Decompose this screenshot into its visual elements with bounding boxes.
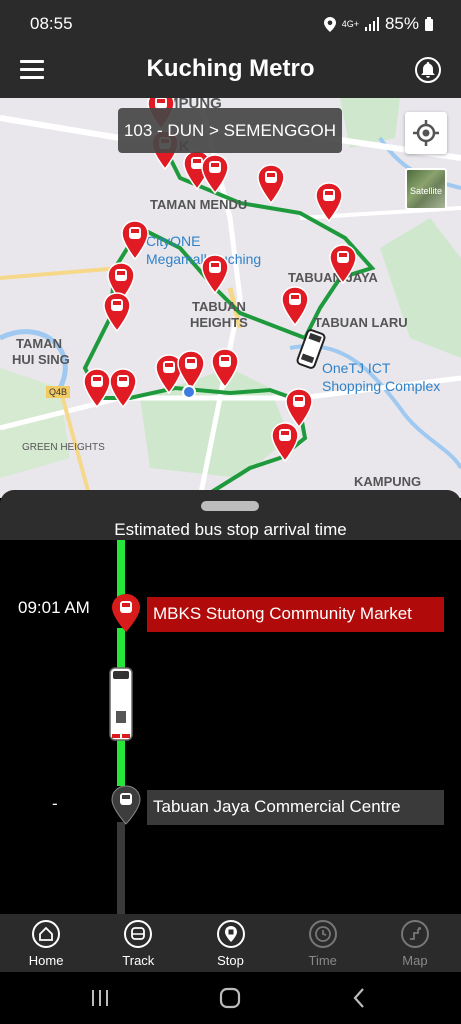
drag-handle[interactable] — [201, 501, 259, 511]
stop-name[interactable]: MBKS Stutong Community Market — [147, 597, 444, 632]
battery-icon — [425, 17, 433, 31]
map-canvas[interactable] — [0, 98, 461, 498]
tab-label: Map — [402, 953, 428, 968]
bus-stop-pin-icon — [111, 785, 141, 825]
home-icon — [32, 920, 61, 948]
bus-stop-marker-icon[interactable] — [200, 154, 230, 194]
bus-stop-marker-icon[interactable] — [120, 220, 150, 260]
tab-label: Home — [28, 953, 64, 968]
map-label: TABUAN — [192, 299, 246, 314]
tab-home[interactable]: Home — [0, 914, 92, 972]
map-label: OneTJ ICT — [322, 360, 391, 376]
map-label: KAMPUNG — [354, 474, 422, 489]
back-nav-icon[interactable] — [348, 986, 372, 1010]
bottom-sheet[interactable]: Estimated bus stop arrival time — [0, 490, 461, 540]
network-type: 4G+ — [341, 19, 359, 29]
map-label: Shopping Complex — [322, 378, 441, 394]
stop-name[interactable]: Tabuan Jaya Commercial Centre — [147, 790, 444, 825]
user-location-dot — [182, 385, 196, 399]
satellite-label: Satellite — [409, 186, 443, 196]
map-label: TAMAN MENDU — [150, 197, 248, 212]
satellite-toggle-button[interactable]: Satellite — [405, 168, 447, 210]
tab-label: Track — [122, 953, 155, 968]
status-time: 08:55 — [30, 14, 73, 33]
system-nav-bar — [0, 972, 461, 1024]
clock-icon — [308, 920, 337, 948]
bus-stop-marker-icon[interactable] — [176, 350, 206, 390]
road — [0, 266, 121, 280]
status-bar: 08:55 4G+ 85% — [0, 0, 461, 46]
status-icons: 4G+ 85% — [323, 14, 433, 34]
bus-stop-marker-icon[interactable] — [102, 292, 132, 332]
notification-bell-icon[interactable] — [415, 57, 441, 83]
battery-percent: 85% — [384, 14, 419, 33]
bus-stop-marker-icon[interactable] — [314, 182, 344, 222]
app-title: Kuching Metro — [146, 55, 315, 82]
bus-stop-marker-icon[interactable] — [280, 286, 310, 326]
tab-time[interactable]: Time — [277, 914, 369, 972]
stop-eta: 09:01 AM — [18, 598, 90, 617]
bus-stop-marker-icon[interactable] — [270, 422, 300, 462]
bus-vehicle-icon — [109, 667, 133, 741]
tab-stop[interactable]: Stop — [184, 914, 276, 972]
bus-stop-pin-icon — [112, 594, 140, 632]
app-bar: Kuching Metro — [0, 46, 461, 98]
route-map-icon — [400, 920, 429, 948]
progress-line — [117, 540, 125, 600]
map-label: HEIGHTS — [190, 315, 248, 330]
tab-map[interactable]: Map — [369, 914, 461, 972]
bus-stop-marker-icon[interactable] — [108, 368, 138, 408]
arrival-timeline: 09:01 AM MBKS Stutong Community Market -… — [0, 540, 461, 914]
tab-label: Stop — [217, 953, 244, 968]
map-label: TABUAN LARU — [314, 315, 408, 330]
map-label: CityONE — [146, 233, 201, 249]
bus-stop-marker-icon[interactable] — [210, 348, 240, 388]
home-nav-icon[interactable] — [218, 986, 242, 1010]
crosshair-icon — [413, 120, 439, 146]
recent-apps-icon[interactable] — [88, 986, 112, 1010]
bus-stop-marker-icon[interactable] — [328, 244, 358, 284]
map-label: GREEN HEIGHTS — [22, 442, 105, 453]
location-icon — [323, 16, 336, 32]
bus-stop-marker-icon[interactable] — [256, 164, 286, 204]
bus-stop-marker-icon[interactable] — [200, 254, 230, 294]
sheet-title: Estimated bus stop arrival time — [114, 520, 347, 539]
tab-track[interactable]: Track — [92, 914, 184, 972]
bus-stop-icon — [216, 920, 245, 948]
remaining-line — [117, 822, 125, 914]
map-label: HUI SING — [12, 352, 70, 367]
bus-icon — [124, 920, 153, 948]
my-location-button[interactable] — [405, 112, 447, 154]
signal-icon — [364, 17, 379, 31]
park-area — [380, 218, 461, 358]
tab-label: Time — [308, 953, 337, 968]
bottom-tab-bar: Home Track Stop Time Map — [0, 914, 461, 972]
route-map[interactable]: MPUNG RK TAMAN MENDU CityONE Megamall Ku… — [0, 98, 461, 498]
stop-eta: - — [52, 794, 58, 813]
map-label: Q4B — [46, 386, 71, 398]
map-label: TAMAN — [16, 336, 62, 351]
route-chip[interactable]: 103 - DUN > SEMENGGOH — [118, 108, 342, 153]
